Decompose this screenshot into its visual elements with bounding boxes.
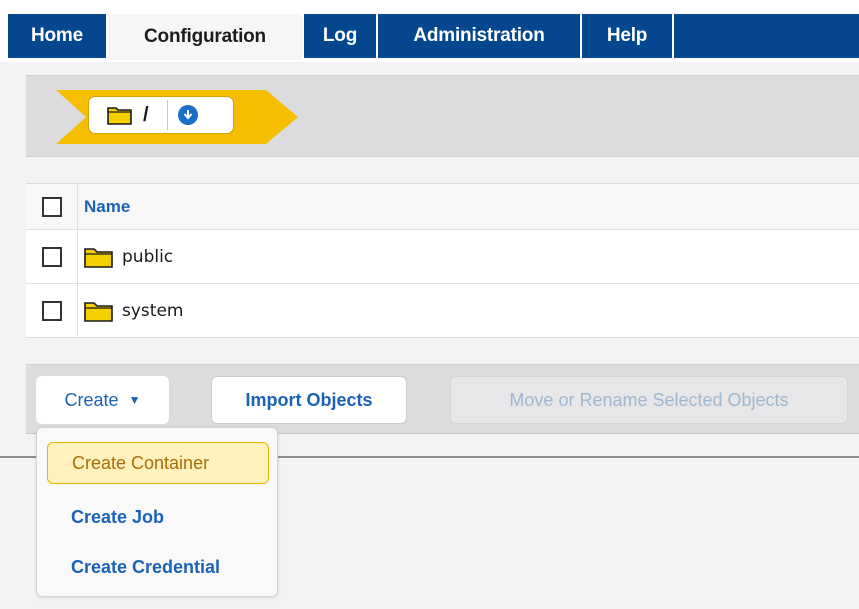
row-checkbox[interactable] bbox=[41, 246, 62, 267]
breadcrumb-divider bbox=[166, 100, 168, 130]
table-row[interactable]: system bbox=[26, 284, 859, 338]
tab-help[interactable]: Help bbox=[582, 14, 674, 58]
row-checkbox[interactable] bbox=[41, 301, 62, 321]
tab-log[interactable]: Log bbox=[304, 14, 378, 58]
tab-home[interactable]: Home bbox=[8, 14, 108, 58]
create-menu: Create Container Create Job Create Crede… bbox=[36, 427, 278, 597]
row-checkbox-cell bbox=[26, 230, 78, 283]
table-row[interactable]: public bbox=[26, 230, 859, 284]
menu-item-create-credential[interactable]: Create Credential bbox=[47, 546, 269, 588]
name-column-header[interactable]: Name bbox=[84, 197, 130, 217]
top-navigation: Home Configuration Log Administration He… bbox=[0, 0, 859, 62]
folder-icon bbox=[84, 302, 113, 322]
menu-item-create-job[interactable]: Create Job bbox=[47, 496, 269, 538]
create-button[interactable]: Create ▼ bbox=[36, 376, 169, 424]
row-name-link[interactable]: public bbox=[122, 247, 173, 267]
folder-icon[interactable] bbox=[107, 105, 133, 125]
row-name-link[interactable]: system bbox=[122, 301, 183, 321]
create-button-label: Create bbox=[64, 389, 119, 410]
breadcrumb-path[interactable]: / bbox=[143, 104, 149, 127]
menu-item-create-container[interactable]: Create Container bbox=[47, 442, 269, 484]
objects-table: Name public system bbox=[26, 183, 859, 338]
import-objects-button[interactable]: Import Objects bbox=[211, 376, 407, 424]
breadcrumb: / bbox=[88, 96, 234, 134]
select-all-checkbox[interactable] bbox=[41, 196, 62, 217]
circle-down-icon[interactable] bbox=[177, 105, 198, 125]
caret-down-icon: ▼ bbox=[128, 393, 141, 407]
tab-configuration[interactable]: Configuration bbox=[108, 14, 304, 60]
tab-administration[interactable]: Administration bbox=[378, 14, 582, 58]
arrow-down-icon bbox=[183, 110, 192, 120]
action-bar: Create ▼ Import Objects Move or Rename S… bbox=[26, 364, 859, 434]
move-rename-button: Move or Rename Selected Objects bbox=[450, 376, 848, 424]
row-checkbox-cell bbox=[26, 284, 78, 338]
table-header-row: Name bbox=[26, 184, 859, 230]
nav-tab-bar: Home Configuration Log Administration He… bbox=[8, 14, 859, 60]
folder-icon bbox=[84, 247, 113, 268]
select-all-cell bbox=[26, 184, 78, 229]
